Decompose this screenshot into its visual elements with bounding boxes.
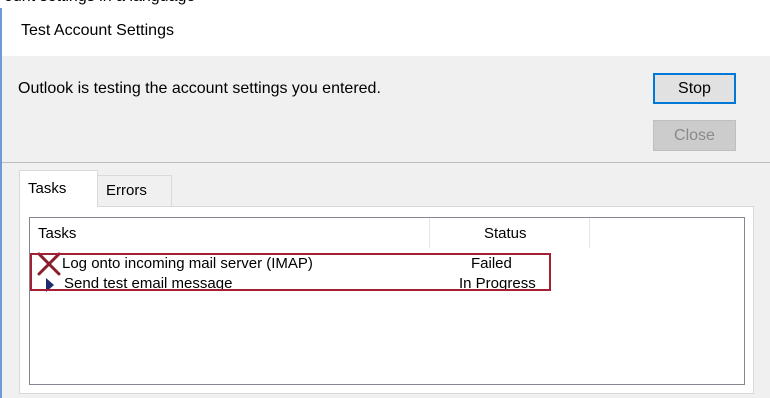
close-button[interactable]: Close	[653, 120, 736, 151]
task-status: Failed	[471, 255, 512, 272]
task-name: Send test email message	[64, 275, 233, 292]
column-header-tasks[interactable]: Tasks	[30, 218, 430, 248]
tasks-list[interactable]: Tasks Status Log onto incoming mail serv…	[29, 217, 745, 385]
test-account-settings-dialog: Test Account Settings Outlook is testing…	[0, 8, 770, 398]
tab-errors[interactable]: Errors	[97, 175, 172, 206]
window-title: Test Account Settings	[21, 22, 174, 39]
failed-x-icon	[37, 252, 61, 276]
separator	[2, 162, 770, 163]
task-name: Log onto incoming mail server (IMAP)	[62, 255, 313, 272]
tab-tasks[interactable]: Tasks	[19, 170, 98, 207]
task-status: In Progress	[459, 275, 536, 292]
status-message: Outlook is testing the account settings …	[18, 80, 381, 97]
table-row[interactable]: Log onto incoming mail server (IMAP) Fai…	[30, 252, 744, 276]
stop-button[interactable]: Stop	[653, 73, 736, 104]
window-border	[0, 8, 2, 398]
column-header-status[interactable]: Status	[430, 218, 590, 248]
title-bar: Test Account Settings	[2, 8, 770, 56]
in-progress-arrow-icon	[46, 278, 54, 292]
table-row[interactable]: Send test email message In Progress	[30, 274, 744, 298]
cropped-top-text: ount settings in a language	[0, 0, 770, 8]
tasks-tab-panel: Tasks Status Log onto incoming mail serv…	[19, 206, 754, 394]
